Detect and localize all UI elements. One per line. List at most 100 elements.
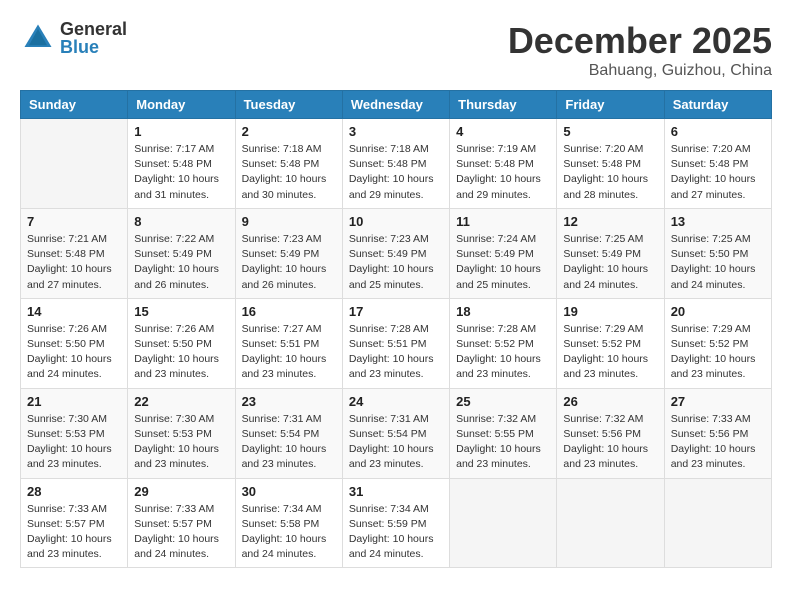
calendar-day-cell: 16 Sunrise: 7:27 AMSunset: 5:51 PMDayligh… (235, 298, 342, 388)
logo: General Blue (20, 20, 127, 56)
day-info: Sunrise: 7:17 AMSunset: 5:48 PMDaylight:… (134, 142, 228, 203)
day-number: 22 (134, 394, 228, 409)
day-info: Sunrise: 7:31 AMSunset: 5:54 PMDaylight:… (349, 412, 443, 473)
calendar-day-cell: 4Sunrise: 7:19 AMSunset: 5:48 PMDaylight… (450, 119, 557, 209)
day-info: Sunrise: 7:23 AMSunset: 5:49 PMDaylight:… (242, 232, 336, 293)
calendar-week-row: 14 Sunrise: 7:26 AMSunset: 5:50 PMDayligh… (21, 298, 772, 388)
day-number: 16 (242, 304, 336, 319)
calendar-day-cell: 15 Sunrise: 7:26 AMSunset: 5:50 PMDayligh… (128, 298, 235, 388)
day-info: Sunrise: 7:25 AMSunset: 5:50 PMDaylight:… (671, 232, 765, 293)
day-info: Sunrise: 7:33 AMSunset: 5:56 PMDaylight:… (671, 412, 765, 473)
calendar-day-cell (664, 478, 771, 568)
day-number: 19 (563, 304, 657, 319)
calendar-day-cell: 10 Sunrise: 7:23 AMSunset: 5:49 PMDayligh… (342, 208, 449, 298)
calendar-day-cell: 9 Sunrise: 7:23 AMSunset: 5:49 PMDaylight… (235, 208, 342, 298)
calendar-week-row: 28 Sunrise: 7:33 AMSunset: 5:57 PMDayligh… (21, 478, 772, 568)
weekday-header: Friday (557, 91, 664, 119)
day-info: Sunrise: 7:26 AMSunset: 5:50 PMDaylight:… (134, 322, 228, 383)
calendar-week-row: 7 Sunrise: 7:21 AMSunset: 5:48 PMDaylight… (21, 208, 772, 298)
day-number: 25 (456, 394, 550, 409)
calendar-day-cell: 1 Sunrise: 7:17 AMSunset: 5:48 PMDaylight… (128, 119, 235, 209)
logo-blue-text: Blue (60, 38, 127, 56)
day-info: Sunrise: 7:18 AMSunset: 5:48 PMDaylight:… (242, 142, 336, 203)
day-info: Sunrise: 7:27 AMSunset: 5:51 PMDaylight:… (242, 322, 336, 383)
calendar-day-cell: 19 Sunrise: 7:29 AMSunset: 5:52 PMDayligh… (557, 298, 664, 388)
calendar-day-cell: 12Sunrise: 7:25 AMSunset: 5:49 PMDayligh… (557, 208, 664, 298)
weekday-header: Monday (128, 91, 235, 119)
day-info: Sunrise: 7:32 AMSunset: 5:56 PMDaylight:… (563, 412, 657, 473)
calendar-day-cell: 30 Sunrise: 7:34 AMSunset: 5:58 PMDayligh… (235, 478, 342, 568)
day-info: Sunrise: 7:32 AMSunset: 5:55 PMDaylight:… (456, 412, 550, 473)
title-area: December 2025 Bahuang, Guizhou, China (508, 20, 772, 80)
day-number: 29 (134, 484, 228, 499)
calendar-day-cell: 14 Sunrise: 7:26 AMSunset: 5:50 PMDayligh… (21, 298, 128, 388)
calendar-day-cell: 21Sunrise: 7:30 AMSunset: 5:53 PMDayligh… (21, 388, 128, 478)
day-number: 27 (671, 394, 765, 409)
weekday-header: Wednesday (342, 91, 449, 119)
calendar-day-cell: 20Sunrise: 7:29 AMSunset: 5:52 PMDayligh… (664, 298, 771, 388)
calendar-day-cell: 3 Sunrise: 7:18 AMSunset: 5:48 PMDaylight… (342, 119, 449, 209)
logo-text: General Blue (60, 20, 127, 56)
calendar-day-cell: 7 Sunrise: 7:21 AMSunset: 5:48 PMDaylight… (21, 208, 128, 298)
calendar-header-row: SundayMondayTuesdayWednesdayThursdayFrid… (21, 91, 772, 119)
calendar-day-cell: 24 Sunrise: 7:31 AMSunset: 5:54 PMDayligh… (342, 388, 449, 478)
day-info: Sunrise: 7:20 AMSunset: 5:48 PMDaylight:… (563, 142, 657, 203)
day-number: 31 (349, 484, 443, 499)
day-number: 23 (242, 394, 336, 409)
day-info: Sunrise: 7:28 AMSunset: 5:52 PMDaylight:… (456, 322, 550, 383)
day-number: 21 (27, 394, 121, 409)
day-number: 3 (349, 124, 443, 139)
calendar-day-cell: 28 Sunrise: 7:33 AMSunset: 5:57 PMDayligh… (21, 478, 128, 568)
calendar-day-cell: 6 Sunrise: 7:20 AMSunset: 5:48 PMDaylight… (664, 119, 771, 209)
calendar-day-cell: 29 Sunrise: 7:33 AMSunset: 5:57 PMDayligh… (128, 478, 235, 568)
calendar-week-row: 1 Sunrise: 7:17 AMSunset: 5:48 PMDaylight… (21, 119, 772, 209)
day-number: 14 (27, 304, 121, 319)
weekday-header: Thursday (450, 91, 557, 119)
calendar-day-cell: 5 Sunrise: 7:20 AMSunset: 5:48 PMDaylight… (557, 119, 664, 209)
day-info: Sunrise: 7:28 AMSunset: 5:51 PMDaylight:… (349, 322, 443, 383)
day-info: Sunrise: 7:34 AMSunset: 5:58 PMDaylight:… (242, 502, 336, 563)
day-number: 12 (563, 214, 657, 229)
calendar-day-cell: 25 Sunrise: 7:32 AMSunset: 5:55 PMDayligh… (450, 388, 557, 478)
day-number: 2 (242, 124, 336, 139)
calendar-day-cell: 8 Sunrise: 7:22 AMSunset: 5:49 PMDaylight… (128, 208, 235, 298)
weekday-header: Tuesday (235, 91, 342, 119)
calendar-day-cell (557, 478, 664, 568)
weekday-header: Sunday (21, 91, 128, 119)
calendar-day-cell: 11Sunrise: 7:24 AMSunset: 5:49 PMDayligh… (450, 208, 557, 298)
day-number: 28 (27, 484, 121, 499)
month-title: December 2025 (508, 20, 772, 62)
day-info: Sunrise: 7:29 AMSunset: 5:52 PMDaylight:… (671, 322, 765, 383)
calendar-day-cell: 17Sunrise: 7:28 AMSunset: 5:51 PMDayligh… (342, 298, 449, 388)
day-number: 5 (563, 124, 657, 139)
day-info: Sunrise: 7:26 AMSunset: 5:50 PMDaylight:… (27, 322, 121, 383)
day-number: 9 (242, 214, 336, 229)
calendar-day-cell: 13Sunrise: 7:25 AMSunset: 5:50 PMDayligh… (664, 208, 771, 298)
day-number: 10 (349, 214, 443, 229)
day-number: 1 (134, 124, 228, 139)
calendar-day-cell: 26Sunrise: 7:32 AMSunset: 5:56 PMDayligh… (557, 388, 664, 478)
logo-icon (20, 20, 56, 56)
day-info: Sunrise: 7:24 AMSunset: 5:49 PMDaylight:… (456, 232, 550, 293)
day-number: 30 (242, 484, 336, 499)
day-info: Sunrise: 7:19 AMSunset: 5:48 PMDaylight:… (456, 142, 550, 203)
location-title: Bahuang, Guizhou, China (508, 62, 772, 80)
day-info: Sunrise: 7:30 AMSunset: 5:53 PMDaylight:… (134, 412, 228, 473)
calendar-day-cell: 2 Sunrise: 7:18 AMSunset: 5:48 PMDaylight… (235, 119, 342, 209)
day-info: Sunrise: 7:29 AMSunset: 5:52 PMDaylight:… (563, 322, 657, 383)
day-info: Sunrise: 7:20 AMSunset: 5:48 PMDaylight:… (671, 142, 765, 203)
day-number: 8 (134, 214, 228, 229)
day-number: 15 (134, 304, 228, 319)
logo-general-text: General (60, 20, 127, 38)
day-info: Sunrise: 7:22 AMSunset: 5:49 PMDaylight:… (134, 232, 228, 293)
calendar-week-row: 21 Sunrise: 7:30 AMSunset: 5:53 PMDayligh… (21, 388, 772, 478)
day-info: Sunrise: 7:33 AMSunset: 5:57 PMDaylight:… (134, 502, 228, 563)
day-info: Sunrise: 7:34 AMSunset: 5:59 PMDaylight:… (349, 502, 443, 563)
day-info: Sunrise: 7:18 AMSunset: 5:48 PMDaylight:… (349, 142, 443, 203)
day-number: 7 (27, 214, 121, 229)
day-info: Sunrise: 7:33 AMSunset: 5:57 PMDaylight:… (27, 502, 121, 563)
day-number: 6 (671, 124, 765, 139)
day-number: 24 (349, 394, 443, 409)
day-info: Sunrise: 7:23 AMSunset: 5:49 PMDaylight:… (349, 232, 443, 293)
day-info: Sunrise: 7:21 AMSunset: 5:48 PMDaylight:… (27, 232, 121, 293)
